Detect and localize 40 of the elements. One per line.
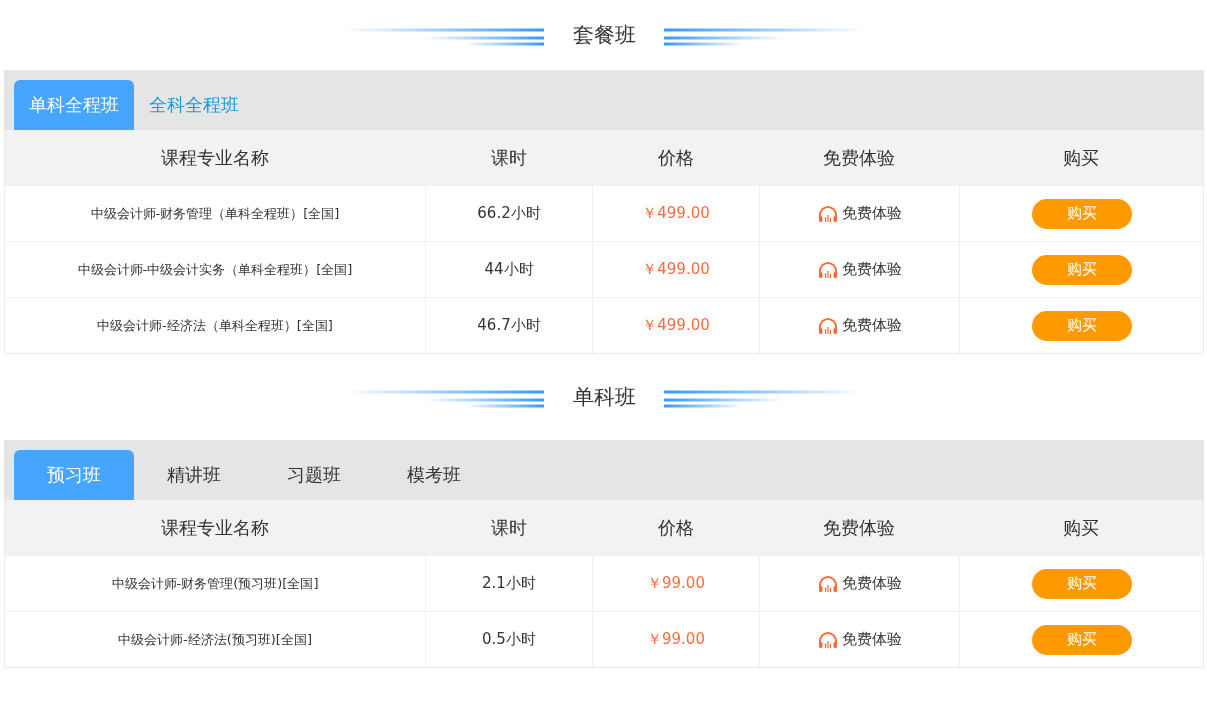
course-price: ￥499.00 — [642, 316, 710, 335]
course-hours: 2.1小时 — [482, 574, 536, 593]
column-header: 购买 — [1063, 145, 1099, 170]
headphones-icon — [817, 630, 838, 649]
course-name: 中级会计师-经济法(预习班)[全国] — [118, 630, 312, 649]
column-header: 课时 — [490, 515, 527, 540]
course-price: ￥99.00 — [647, 630, 705, 649]
headphones-icon — [817, 574, 838, 593]
course-name: 中级会计师-中级会计实务（单科全程班）[全国] — [77, 260, 353, 279]
column-header: 课程专业名称 — [161, 145, 269, 170]
course-hours: 66.2小时 — [477, 204, 541, 223]
column-header: 价格 — [657, 515, 694, 540]
free-trial-link[interactable]: 免费体验 — [841, 316, 902, 335]
free-trial-link[interactable]: 免费体验 — [841, 260, 902, 279]
section-title: 套餐班 — [571, 22, 637, 49]
column-header: 课时 — [490, 145, 527, 170]
course-name: 中级会计师-财务管理(预习班)[全国] — [111, 574, 319, 593]
column-header: 课程专业名称 — [161, 515, 269, 540]
tab[interactable]: 精讲班 — [134, 450, 254, 500]
course-price: ￥499.00 — [642, 260, 710, 279]
course-hours: 46.7小时 — [477, 316, 541, 335]
column-header: 购买 — [1063, 515, 1099, 540]
headphones-icon — [817, 260, 838, 279]
free-trial-link[interactable]: 免费体验 — [841, 630, 902, 649]
column-header: 免费体验 — [823, 515, 895, 540]
course-name: 中级会计师-财务管理（单科全程班）[全国] — [90, 204, 340, 223]
tab[interactable]: 模考班 — [374, 450, 494, 500]
course-price: ￥499.00 — [642, 204, 710, 223]
free-trial-link[interactable]: 免费体验 — [841, 204, 902, 223]
headphones-icon — [817, 204, 838, 223]
column-header: 免费体验 — [823, 145, 895, 170]
course-hours: 44小时 — [484, 260, 534, 279]
column-header: 价格 — [657, 145, 694, 170]
course-name: 中级会计师-经济法（单科全程班）[全国] — [97, 316, 333, 335]
section-title: 单科班 — [571, 384, 637, 411]
course-hours: 0.5小时 — [482, 630, 536, 649]
headphones-icon — [817, 316, 838, 335]
tab[interactable]: 习题班 — [254, 450, 374, 500]
course-price: ￥99.00 — [647, 574, 705, 593]
free-trial-link[interactable]: 免费体验 — [841, 574, 902, 593]
